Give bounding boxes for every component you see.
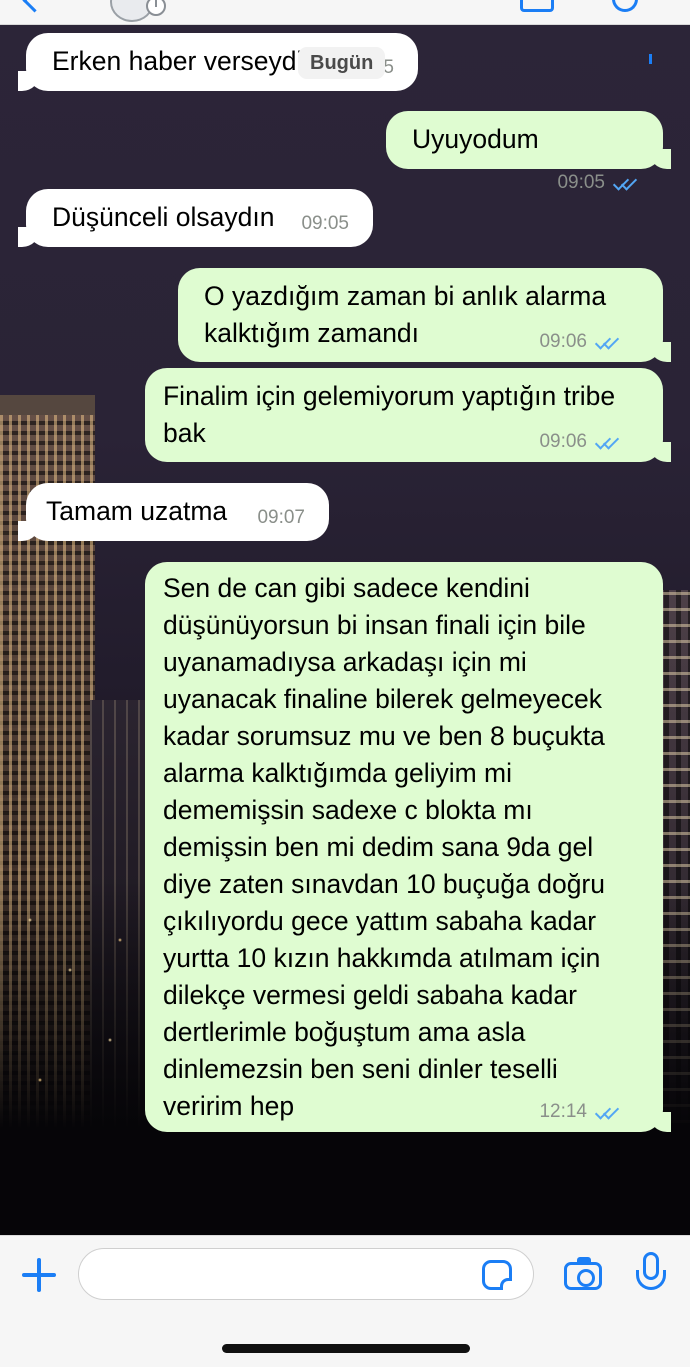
message-time: 09:05 bbox=[557, 172, 605, 193]
message-time: 09:06 bbox=[539, 331, 587, 352]
message-time: 09:07 bbox=[257, 507, 305, 528]
read-ticks-icon bbox=[594, 333, 621, 350]
message-meta: 09:06 bbox=[539, 431, 621, 453]
message-text: Düşünceli olsaydın bbox=[52, 202, 275, 232]
message-meta: 09:05 bbox=[301, 213, 349, 235]
message-bubble-outgoing[interactable]: Finalim için gelemiyorum yaptığın tribe … bbox=[145, 368, 671, 462]
camera-icon[interactable] bbox=[564, 1257, 602, 1290]
message-time: 09:06 bbox=[539, 431, 587, 452]
read-ticks-icon bbox=[594, 1103, 621, 1120]
message-meta: 09:07 bbox=[257, 507, 305, 529]
message-text: Tamam uzatma bbox=[46, 496, 228, 526]
message-input[interactable] bbox=[78, 1248, 534, 1300]
microphone-icon[interactable] bbox=[636, 1252, 666, 1300]
message-text: Sen de can gibi sadece kendini düşünüyor… bbox=[163, 573, 613, 1121]
message-bubble-incoming[interactable]: Düşünceli olsaydın 09:05 bbox=[18, 189, 373, 247]
message-text: Erken haber verseydin bbox=[52, 46, 318, 76]
sticker-icon[interactable] bbox=[482, 1260, 512, 1290]
message-meta: 09:05 bbox=[557, 172, 639, 194]
message-bubble-incoming[interactable]: Tamam uzatma 09:07 bbox=[18, 483, 329, 541]
message-text: Uyuyodum bbox=[412, 124, 539, 154]
read-ticks-icon bbox=[594, 433, 621, 450]
message-time: 09:05 bbox=[301, 213, 349, 234]
message-meta: 09:06 bbox=[539, 331, 621, 353]
home-indicator bbox=[222, 1344, 470, 1353]
message-time: 12:14 bbox=[539, 1101, 587, 1122]
microphone-icon-stem bbox=[649, 54, 652, 64]
message-bubble-outgoing[interactable]: O yazdığım zaman bi anlık alarma kalktığ… bbox=[178, 268, 671, 362]
read-ticks-icon bbox=[612, 174, 639, 191]
message-bubble-outgoing[interactable]: Uyuyodum 09:05 bbox=[386, 111, 671, 193]
plus-icon[interactable] bbox=[20, 1256, 58, 1294]
message-meta: 12:14 bbox=[539, 1101, 621, 1123]
date-separator: Bugün bbox=[298, 47, 386, 79]
message-list: Erken haber verseydin 09:05 Bugün Uyuyod… bbox=[0, 0, 690, 1235]
message-bubble-outgoing[interactable]: Sen de can gibi sadece kendini düşünüyor… bbox=[145, 562, 671, 1132]
